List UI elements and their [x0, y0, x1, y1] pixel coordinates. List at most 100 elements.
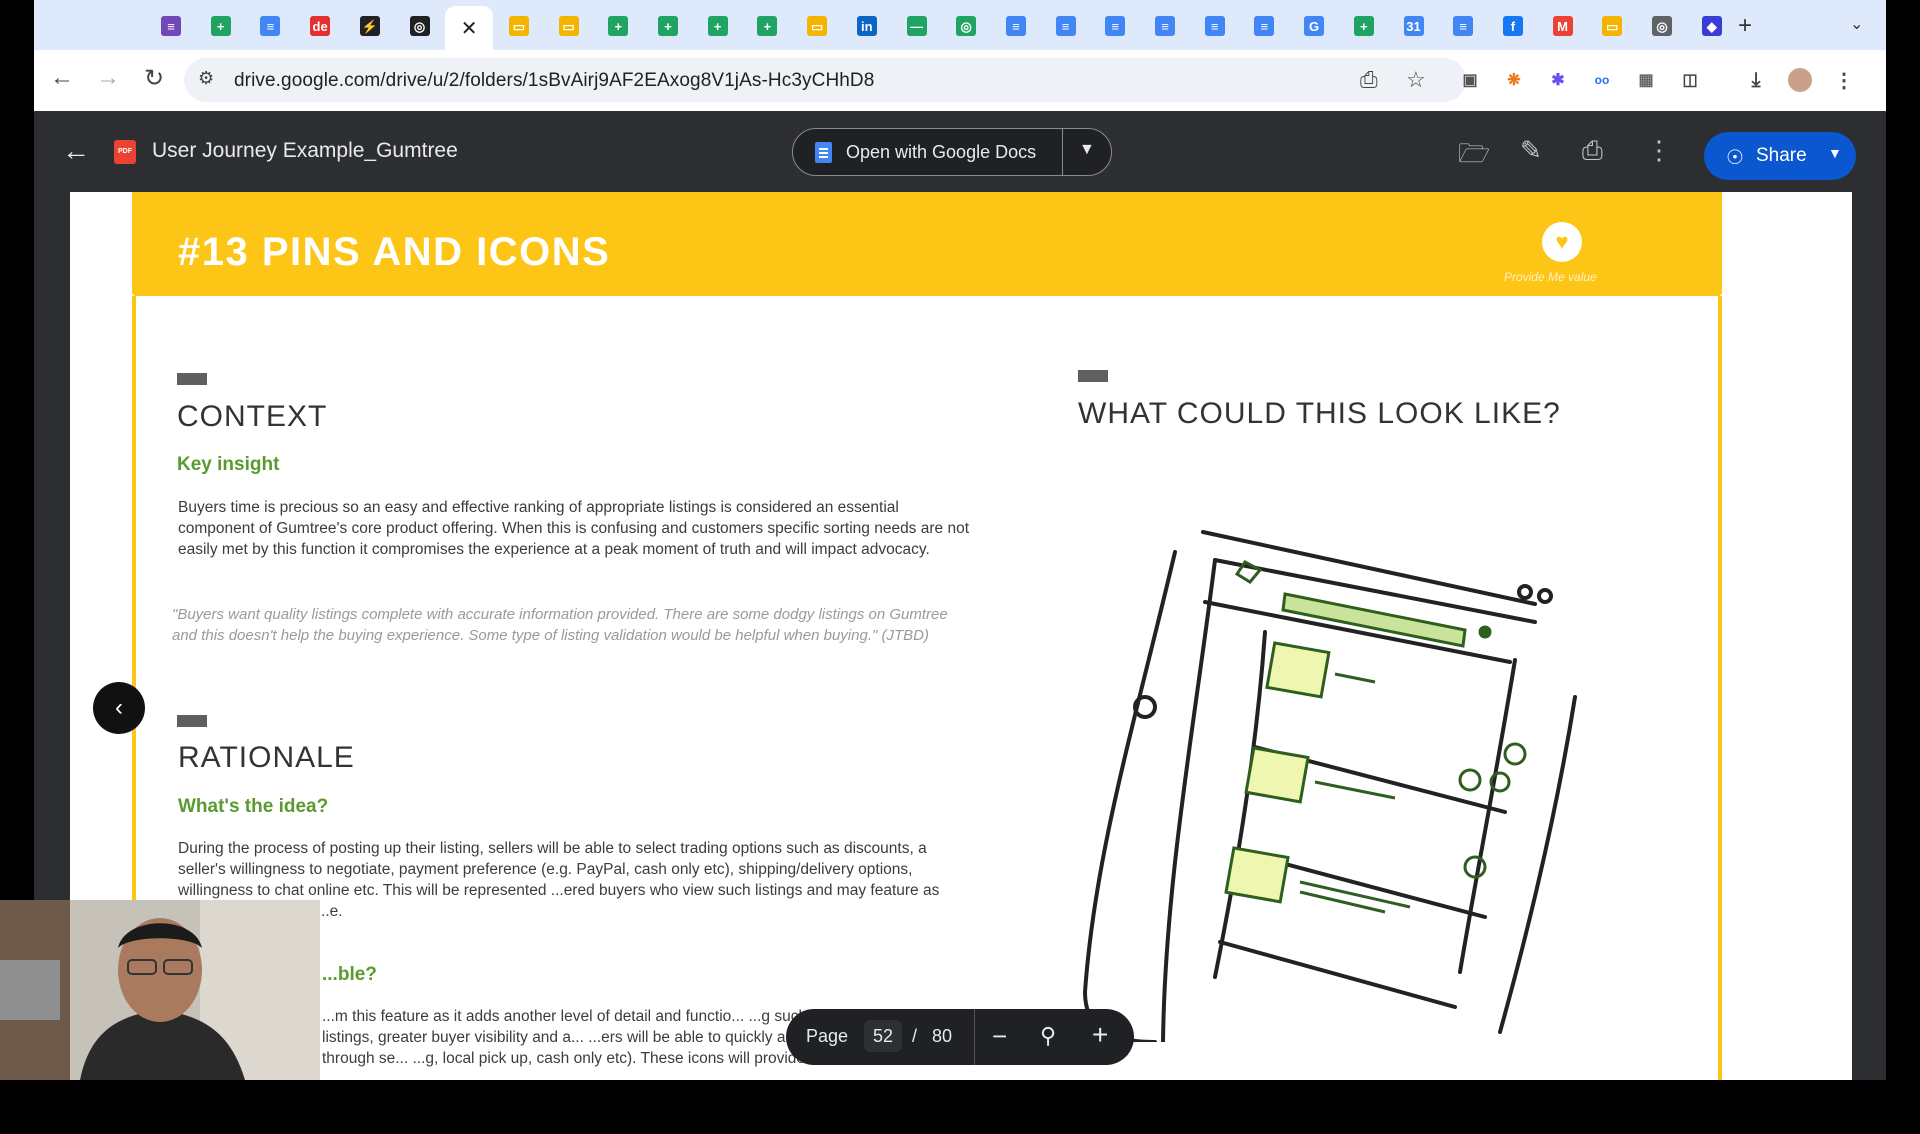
browser-tab[interactable]: ◎: [403, 10, 437, 42]
browser-tab[interactable]: ⚡: [353, 10, 387, 42]
browser-tab[interactable]: f: [1496, 10, 1530, 42]
linkedin-icon: in: [856, 16, 877, 36]
browser-chrome: ≡ + ≡ de ⚡ ◎ ✕ ▭ ▭ + + + + ▭ in ― ◎ ≡ ≡ ≡ ≡ ≡ ≡ G +31 ≡ f M ▭ ◎ ◆ ← → …: [34, 0, 1886, 111]
profile-avatar[interactable]: [1788, 68, 1812, 92]
install-app-icon[interactable]: ⎙: [1360, 67, 1378, 93]
browser-tab[interactable]: ≡: [1247, 10, 1281, 42]
app-icon: ◎: [956, 16, 977, 36]
puzzle-icon[interactable]: ◫: [1678, 68, 1702, 92]
rationale-heading: RATIONALE: [178, 741, 355, 774]
camera-dot: [1537, 588, 1553, 604]
globe-icon: ◎: [1652, 16, 1672, 36]
share-button[interactable]: ☉ Share ▼: [1704, 132, 1856, 180]
slides-icon: ▭: [508, 16, 529, 36]
bookmark-star-icon[interactable]: ☆: [1406, 67, 1426, 93]
browser-tab[interactable]: ≡: [1049, 10, 1083, 42]
browser-tab[interactable]: ◎: [949, 10, 983, 42]
browser-tab[interactable]: ≡: [1148, 10, 1182, 42]
previous-page-chevron-icon[interactable]: ‹: [93, 682, 145, 734]
list-divider: [1218, 940, 1457, 1009]
tab-strip: ≡ + ≡ de ⚡ ◎ ✕ ▭ ▭ + + + + ▭ in ― ◎ ≡ ≡ ≡ ≡ ≡ ≡ G +31 ≡ f M ▭ ◎ ◆: [34, 0, 1886, 50]
screen-left-edge: [1213, 630, 1267, 979]
browser-tab[interactable]: ≡: [1446, 10, 1480, 42]
browser-tab[interactable]: G: [1297, 10, 1331, 42]
idea-heading: What's the idea?: [178, 796, 329, 817]
zoom-in-plus-icon[interactable]: +: [1092, 1019, 1108, 1051]
browser-tab[interactable]: 31: [1397, 10, 1431, 42]
browser-tab[interactable]: ―: [900, 10, 934, 42]
zoom-magnifier-icon[interactable]: ⚲: [1040, 1023, 1056, 1049]
docs-icon: ≡: [1055, 16, 1076, 36]
download-icon[interactable]: ⤓: [1744, 68, 1768, 92]
section-marker: [1078, 370, 1108, 382]
slides-icon: ▭: [1602, 16, 1623, 36]
section-marker: [177, 715, 207, 727]
site-settings-icon[interactable]: ⚙: [198, 68, 214, 89]
browser-tab[interactable]: ≡: [1198, 10, 1232, 42]
browser-tab[interactable]: ≡: [1098, 10, 1132, 42]
viewer-header: ← PDF User Journey Example_Gumtree Open …: [34, 111, 1886, 195]
tablet-inner-left: [1161, 558, 1217, 1042]
chevron-down-icon[interactable]: ▼: [1079, 141, 1095, 159]
browser-tab[interactable]: ▭: [1595, 10, 1629, 42]
browser-tab[interactable]: de: [303, 10, 337, 42]
slide-title: #13 PINS AND ICONS: [178, 230, 611, 274]
add-comment-icon[interactable]: ✎: [1520, 135, 1542, 166]
more-options-icon[interactable]: ⋮: [1646, 135, 1672, 166]
open-with-label: Open with Google Docs: [846, 142, 1037, 162]
back-arrow-icon[interactable]: ←: [62, 135, 90, 167]
sheets-icon: +: [210, 16, 231, 36]
leaf-icon: ―: [906, 16, 927, 36]
file-title: User Journey Example_Gumtree: [152, 139, 458, 162]
docs-icon: ≡: [1453, 16, 1474, 36]
browser-tab[interactable]: ◎: [1645, 10, 1679, 42]
browser-tab[interactable]: ✕: [445, 6, 494, 50]
tab-search-chevron-icon[interactable]: ⌄: [1850, 14, 1863, 34]
browser-tab[interactable]: ≡: [999, 10, 1033, 42]
total-pages: 80: [932, 1026, 953, 1046]
cube-icon: ◆: [1701, 16, 1722, 36]
browser-tab[interactable]: ≡: [154, 10, 188, 42]
browser-tab[interactable]: +: [651, 10, 685, 42]
open-with-button[interactable]: Open with Google Docs ▼: [792, 128, 1112, 176]
extension-icon[interactable]: oo: [1590, 68, 1614, 92]
browser-tab[interactable]: ◆: [1695, 10, 1729, 42]
print-icon[interactable]: ⎙: [1582, 135, 1603, 167]
extension-icon[interactable]: ▦: [1634, 68, 1658, 92]
menu-kebab-icon[interactable]: ⋮: [1832, 68, 1856, 92]
address-bar[interactable]: ⚙ drive.google.com/drive/u/2/folders/1sB…: [184, 58, 1466, 102]
browser-tab[interactable]: +: [750, 10, 784, 42]
pin-icon: [1458, 768, 1482, 792]
valuable-heading: ...ble?: [322, 964, 377, 985]
close-icon[interactable]: ✕: [461, 16, 478, 41]
browser-tab[interactable]: ▭: [552, 10, 586, 42]
back-arrow-icon[interactable]: ←: [46, 64, 78, 92]
wireframe-sketch: [1082, 530, 1577, 1042]
browser-tab[interactable]: +: [204, 10, 238, 42]
browser-tab[interactable]: ▭: [502, 10, 536, 42]
docs-icon: ≡: [1254, 16, 1275, 36]
browser-tab[interactable]: +: [601, 10, 635, 42]
bolt-icon: ⚡: [359, 16, 380, 36]
current-page-input[interactable]: 52: [864, 1020, 902, 1052]
reload-icon[interactable]: ↻: [138, 64, 170, 93]
extension-icon[interactable]: ▣: [1458, 68, 1482, 92]
forward-arrow-icon[interactable]: →: [92, 64, 124, 92]
screen-right-edge: [1458, 658, 1517, 974]
browser-tab[interactable]: ≡: [253, 10, 287, 42]
browser-tab[interactable]: M: [1546, 10, 1580, 42]
browser-tab[interactable]: +: [701, 10, 735, 42]
slides-icon: ▭: [807, 16, 828, 36]
zoom-out-minus-icon[interactable]: −: [992, 1021, 1007, 1052]
extension-icon[interactable]: ✱: [1546, 68, 1570, 92]
listing-text-line: [1299, 890, 1386, 914]
new-tab-plus-icon[interactable]: +: [1738, 12, 1752, 40]
url-text[interactable]: drive.google.com/drive/u/2/folders/1sBvA…: [234, 70, 874, 92]
extension-icon[interactable]: ❋: [1502, 68, 1526, 92]
browser-tab[interactable]: +: [1347, 10, 1381, 42]
add-shortcut-folder-icon[interactable]: 🗁: [1458, 135, 1490, 179]
browser-tab[interactable]: in: [850, 10, 884, 42]
chevron-down-icon[interactable]: ▼: [1828, 145, 1842, 161]
gmail-icon: M: [1552, 16, 1573, 36]
browser-tab[interactable]: ▭: [800, 10, 834, 42]
